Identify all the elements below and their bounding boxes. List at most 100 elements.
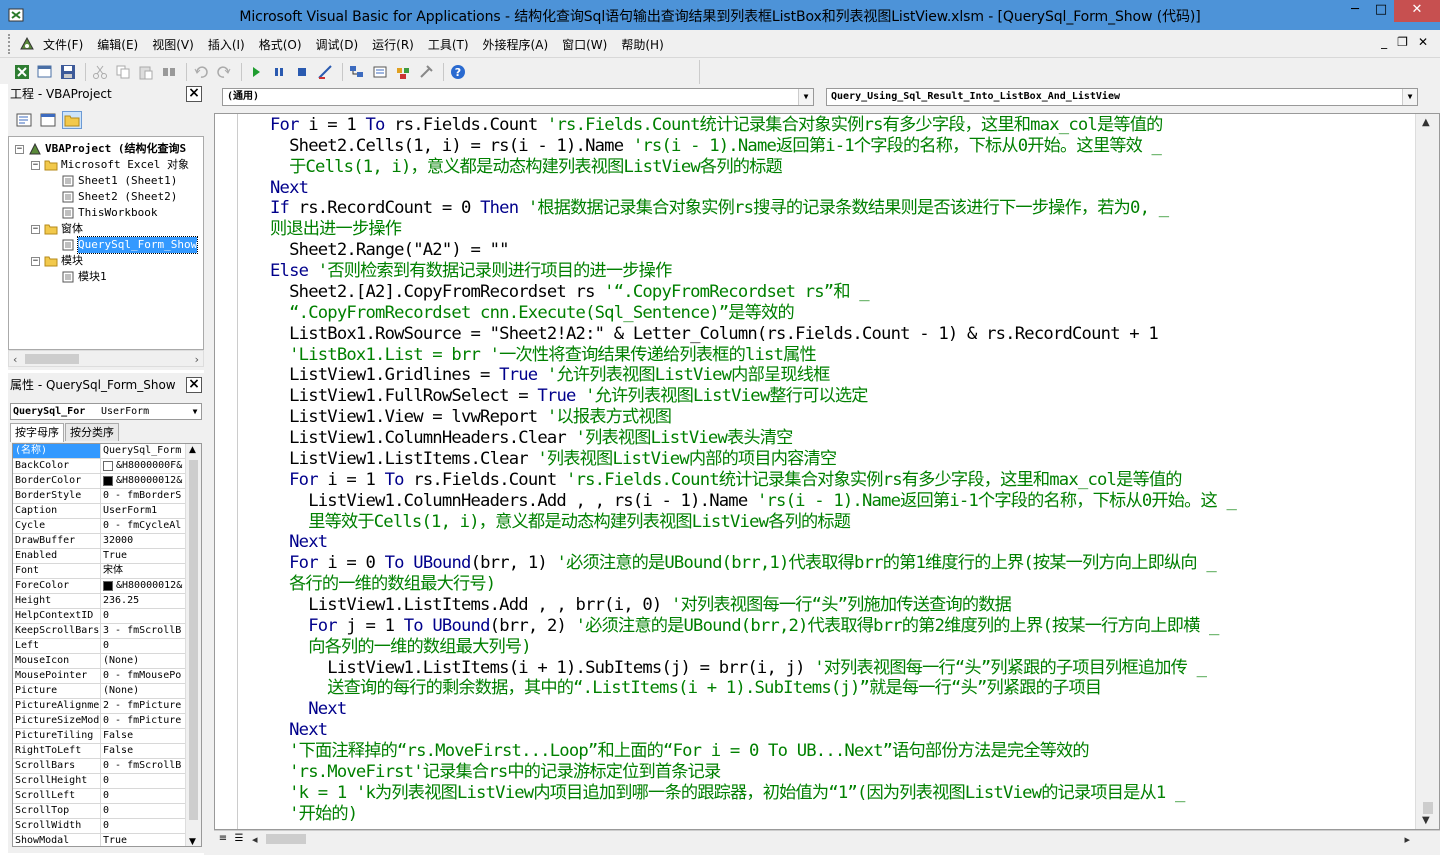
property-row[interactable]: Cycle 0 - fmCycleAl — [13, 519, 201, 534]
code-line[interactable]: Else '否则检索到有数据记录则进行项目的进一步操作 — [270, 261, 672, 282]
code-line[interactable]: ListView1.ColumnHeaders.Clear '列表视图ListV… — [270, 428, 793, 449]
procedure-combo[interactable]: Query_Using_Sql_Result_Into_ListBox_And_… — [826, 88, 1418, 106]
tree-item[interactable]: − VBAProject (结构化查询S — [15, 141, 186, 157]
full-module-view-icon[interactable]: ☰ — [232, 833, 246, 846]
help-icon[interactable]: ? — [448, 63, 467, 81]
property-value[interactable]: 0 — [101, 819, 183, 833]
object-combo[interactable]: (通用) ▼ — [222, 88, 814, 106]
tree-expander-icon[interactable]: − — [31, 256, 40, 266]
code-line[interactable]: 'rs.MoveFirst'记录集合rs中的记录游标定位到首条记录 — [270, 762, 721, 783]
menu-format[interactable]: 格式(O) — [259, 36, 302, 53]
code-line[interactable]: Sheet2.[A2].CopyFromRecordset rs '“.Copy… — [270, 282, 870, 303]
view-code-icon[interactable] — [14, 111, 34, 129]
scroll-thumb[interactable] — [266, 834, 306, 844]
property-row[interactable]: ScrollLeft 0 — [13, 789, 201, 804]
scroll-right-icon[interactable]: › — [195, 353, 199, 366]
maximize-button[interactable]: □ — [1368, 0, 1394, 22]
property-value[interactable]: 0 - fmMousePo — [101, 669, 183, 683]
break-icon[interactable] — [269, 63, 288, 81]
code-line[interactable]: ListView1.ListItems.Clear '列表视图ListView内… — [270, 449, 837, 470]
property-value[interactable]: QuerySql_Form — [101, 444, 183, 458]
properties-vscroll[interactable]: ▲ ▼ — [185, 444, 201, 846]
scroll-thumb[interactable] — [1423, 802, 1433, 814]
scroll-left-icon[interactable]: ‹ — [13, 353, 17, 366]
code-line[interactable]: 于Cells(1, i)，意义都是动态构建列表视图ListView各列的标题 — [270, 157, 783, 178]
property-value[interactable]: True — [101, 549, 183, 563]
code-line[interactable]: ListView1.ColumnHeaders.Add , , rs(i - 1… — [270, 491, 1237, 512]
property-row[interactable]: BackColor &H8000000F& — [13, 459, 201, 474]
property-value[interactable]: 236.25 — [101, 594, 183, 608]
code-margin[interactable] — [215, 114, 238, 829]
property-value[interactable]: &H8000000F& — [101, 459, 183, 473]
code-line[interactable]: ListView1.View = lvwReport '以报表方式视图 — [270, 407, 672, 428]
mdi-minimize-button[interactable]: _ — [1381, 35, 1387, 49]
code-line[interactable]: 各行的一维的数组最大行号) — [270, 574, 496, 595]
code-line[interactable]: '下面注释掉的“rs.MoveFirst...Loop”和上面的“For i =… — [270, 741, 1090, 762]
property-value[interactable]: 32000 — [101, 534, 183, 548]
tree-item[interactable]: Sheet1 (Sheet1) — [61, 173, 177, 189]
property-row[interactable]: MousePointer 0 - fmMousePo — [13, 669, 201, 684]
scroll-up-icon[interactable]: ▲ — [1422, 117, 1430, 128]
property-row[interactable]: PictureTiling False — [13, 729, 201, 744]
paste-icon[interactable] — [136, 63, 155, 81]
code-vscroll[interactable]: ▲ ▼ — [1415, 114, 1439, 829]
procedure-view-icon[interactable]: ≡ — [216, 833, 230, 846]
tree-item[interactable]: QuerySql_Form_Show — [61, 236, 199, 254]
code-editor[interactable]: For i = 1 To rs.Fields.Count 'rs.Fields.… — [214, 113, 1440, 830]
mdi-close-button[interactable]: ✕ — [1418, 35, 1428, 49]
property-value[interactable]: UserForm1 — [101, 504, 183, 518]
copy-icon[interactable] — [113, 63, 132, 81]
cut-icon[interactable] — [90, 63, 109, 81]
property-value[interactable]: 0 - fmCycleAl — [101, 519, 183, 533]
menu-insert[interactable]: 插入(I) — [208, 36, 245, 53]
scroll-up-icon[interactable]: ▲ — [189, 445, 196, 455]
property-value[interactable]: 0 - fmScrollB — [101, 759, 183, 773]
code-line[interactable]: ListView1.FullRowSelect = True '允许列表视图Li… — [270, 386, 868, 407]
scroll-thumb[interactable] — [25, 354, 79, 364]
undo-icon[interactable] — [191, 63, 210, 81]
code-line[interactable]: For i = 1 To rs.Fields.Count 'rs.Fields.… — [270, 470, 1182, 491]
code-line[interactable]: 'ListBox1.List = brr '一次性将查询结果传递给列表框的lis… — [270, 345, 817, 366]
menu-help[interactable]: 帮助(H) — [621, 36, 663, 53]
code-line[interactable]: ListView1.Gridlines = True '允许列表视图ListVi… — [270, 365, 830, 386]
menu-run[interactable]: 运行(R) — [372, 36, 414, 53]
tree-item[interactable]: ThisWorkbook — [61, 205, 157, 221]
code-line[interactable]: 则退出进一步操作 — [270, 219, 402, 240]
property-row[interactable]: Picture (None) — [13, 684, 201, 699]
property-row[interactable]: Enabled True — [13, 549, 201, 564]
code-line[interactable]: ListView1.ListItems(i + 1).SubItems(j) =… — [270, 658, 1207, 679]
code-line[interactable]: Sheet2.Range("A2") = "" — [270, 240, 509, 261]
property-row[interactable]: BorderStyle 0 - fmBorderS — [13, 489, 201, 504]
tree-item[interactable]: 模块1 — [61, 269, 107, 285]
design-mode-icon[interactable] — [315, 63, 334, 81]
reset-icon[interactable] — [292, 63, 311, 81]
tree-expander-icon[interactable]: − — [31, 224, 40, 234]
scroll-down-icon[interactable]: ▼ — [1422, 815, 1430, 826]
property-value[interactable]: 0 — [101, 774, 183, 788]
tree-item[interactable]: Sheet2 (Sheet2) — [61, 189, 177, 205]
property-row[interactable]: DrawBuffer 32000 — [13, 534, 201, 549]
object-browser-icon[interactable] — [393, 63, 412, 81]
code-line[interactable]: If rs.RecordCount = 0 Then '根据数据记录集合对象实例… — [270, 198, 1169, 219]
tree-item[interactable]: − 模块 — [31, 253, 83, 269]
scroll-down-icon[interactable]: ▼ — [189, 837, 196, 846]
tab-alphabetic[interactable]: 按字母序 — [10, 423, 64, 442]
menu-tools[interactable]: 工具(T) — [428, 36, 469, 53]
code-line[interactable]: ListView1.ListItems.Add , , brr(i, 0) '对… — [270, 595, 1012, 616]
property-value[interactable]: &H80000012& — [101, 474, 183, 488]
property-value[interactable]: (None) — [101, 654, 183, 668]
property-row[interactable]: HelpContextID 0 — [13, 609, 201, 624]
property-row[interactable]: PictureSizeMod 0 - fmPicture — [13, 714, 201, 729]
code-line[interactable]: 送查询的每行的剩余数据，其中的“.ListItems(i + 1).SubIte… — [270, 678, 1102, 699]
property-value[interactable]: 3 - fmScrollB — [101, 624, 183, 638]
menu-gripper[interactable] — [8, 34, 12, 54]
property-value[interactable]: 0 — [101, 609, 183, 623]
property-value[interactable]: 0 - fmBorderS — [101, 489, 183, 503]
property-row[interactable]: ScrollHeight 0 — [13, 774, 201, 789]
chevron-down-icon[interactable]: ▼ — [1402, 89, 1417, 105]
code-line[interactable]: “.CopyFromRecordset cnn.Execute(Sql_Sent… — [270, 303, 795, 324]
mdi-restore-button[interactable]: ❐ — [1397, 35, 1408, 49]
find-icon[interactable] — [159, 63, 178, 81]
chevron-down-icon[interactable]: ▼ — [189, 404, 201, 419]
property-row[interactable]: ScrollBars 0 - fmScrollB — [13, 759, 201, 774]
